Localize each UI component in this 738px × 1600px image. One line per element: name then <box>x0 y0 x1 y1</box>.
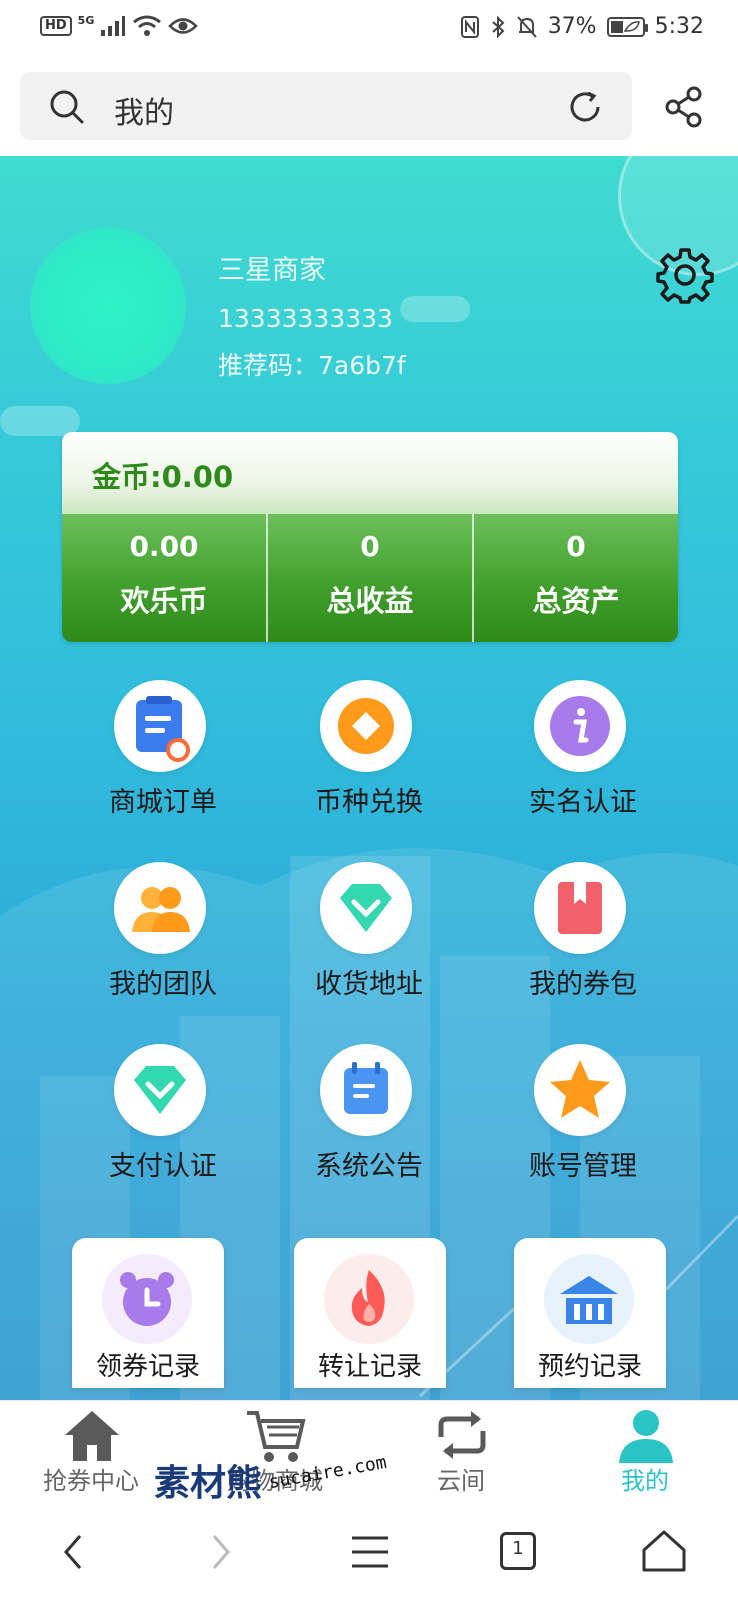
menu-system-notice[interactable]: 系统公告 <box>264 1044 474 1204</box>
stat-label: 总资产 <box>532 584 620 618</box>
stat-label: 欢乐币 <box>120 584 208 618</box>
coin-summary-card: 金币:0.00 0.00 欢乐币 0 总收益 0 总资产 <box>62 432 678 642</box>
home-shape-icon[interactable] <box>634 1524 694 1580</box>
address-bar[interactable]: 我的 <box>20 72 632 140</box>
star-icon <box>534 1044 626 1136</box>
user-name: 三星商家 <box>218 255 326 286</box>
menu-label: 收货地址 <box>315 969 423 1000</box>
menu-label: 我的券包 <box>529 969 637 1000</box>
forward-icon[interactable] <box>190 1524 250 1580</box>
hd-badge: HD <box>40 16 72 36</box>
info-icon <box>534 680 626 772</box>
user-phone: 13333333333 <box>218 304 393 333</box>
menu-label: 我的团队 <box>109 969 217 1000</box>
nfc-icon <box>460 15 479 38</box>
menu-payment-verify[interactable]: 支付认证 <box>58 1044 268 1204</box>
battery-icon <box>606 16 648 37</box>
share-icon[interactable] <box>664 86 704 128</box>
gold-coin-balance: 金币:0.00 <box>92 460 234 494</box>
referral-code: 推荐码：7a6b7f <box>218 351 406 380</box>
user-icon <box>619 1410 673 1463</box>
menu-my-coupons[interactable]: 我的券包 <box>478 862 688 1022</box>
network-label: 5G <box>77 14 95 27</box>
tabs-button[interactable]: 1 <box>488 1524 548 1580</box>
diamond-icon <box>114 1044 206 1136</box>
bank-icon <box>544 1254 634 1344</box>
nav-label: 抢券中心 <box>43 1467 139 1495</box>
back-icon[interactable] <box>44 1524 104 1580</box>
gear-icon[interactable] <box>656 246 714 304</box>
decorative-cloud <box>400 296 470 322</box>
stat-total-assets[interactable]: 0 总资产 <box>474 514 678 642</box>
record-transfers[interactable]: 转让记录 <box>294 1238 446 1388</box>
menu-icon[interactable] <box>340 1524 400 1580</box>
refresh-icon[interactable] <box>566 88 604 126</box>
stat-value: 0 <box>566 530 586 563</box>
record-reservations[interactable]: 预约记录 <box>514 1238 666 1388</box>
menu-label: 币种兑换 <box>315 787 423 818</box>
menu-shipping-address[interactable]: 收货地址 <box>264 862 474 1022</box>
record-label: 领券记录 <box>95 1352 200 1382</box>
clock: 5:32 <box>654 14 704 39</box>
eye-icon <box>168 18 199 34</box>
menu-label: 实名认证 <box>529 787 637 818</box>
team-icon <box>114 862 206 954</box>
page-title: 我的 <box>114 96 174 131</box>
search-icon[interactable] <box>48 88 86 126</box>
alarm-clock-icon <box>102 1254 192 1344</box>
stat-value: 0.00 <box>129 530 199 563</box>
status-bar: HD 5G 37% 5:32 <box>0 0 738 58</box>
nav-label: 我的 <box>621 1467 669 1495</box>
bookmark-icon <box>534 862 626 954</box>
stat-label: 总收益 <box>326 584 414 618</box>
stat-happy-coin[interactable]: 0.00 欢乐币 <box>62 514 268 642</box>
signal-icon <box>101 16 126 36</box>
stat-value: 0 <box>360 530 380 563</box>
home-icon <box>65 1411 119 1461</box>
menu-label: 商城订单 <box>109 787 217 818</box>
coin-exchange-icon <box>320 680 412 772</box>
menu-my-team[interactable]: 我的团队 <box>58 862 268 1022</box>
order-icon <box>114 680 206 772</box>
tab-count: 1 <box>512 1538 524 1559</box>
menu-label: 支付认证 <box>109 1151 217 1182</box>
menu-label: 系统公告 <box>315 1151 423 1182</box>
menu-coin-exchange[interactable]: 币种兑换 <box>264 680 474 840</box>
profile-page: 三星商家 13333333333 推荐码：7a6b7f 金币:0.00 0.00… <box>0 156 738 1402</box>
coin-stats: 0.00 欢乐币 0 总收益 0 总资产 <box>62 514 678 642</box>
fire-icon <box>324 1254 414 1344</box>
loop-icon <box>438 1411 486 1459</box>
record-coupon-claims[interactable]: 领券记录 <box>72 1238 224 1388</box>
system-navigation-bar: 1 <box>0 1502 738 1600</box>
watermark-text: 素材熊 <box>154 1463 263 1504</box>
avatar[interactable] <box>30 228 186 384</box>
menu-account-manage[interactable]: 账号管理 <box>478 1044 688 1204</box>
gold-coin-header: 金币:0.00 <box>62 432 678 514</box>
battery-percent: 37% <box>547 14 597 39</box>
notice-icon <box>320 1044 412 1136</box>
nav-coupon-center[interactable]: 抢券中心 <box>16 1401 166 1503</box>
bluetooth-icon <box>492 15 505 38</box>
mute-bell-icon <box>516 15 537 38</box>
diamond-icon <box>320 862 412 954</box>
menu-mall-orders[interactable]: 商城订单 <box>58 680 268 840</box>
browser-toolbar: 我的 <box>0 58 738 156</box>
menu-label: 账号管理 <box>529 1151 637 1182</box>
nav-me[interactable]: 我的 <box>570 1401 720 1503</box>
stat-total-earnings[interactable]: 0 总收益 <box>268 514 474 642</box>
wifi-icon <box>133 15 162 36</box>
record-label: 转让记录 <box>317 1352 422 1382</box>
watermark-domain: sucaire.com <box>267 1451 389 1494</box>
record-label: 预约记录 <box>537 1352 642 1382</box>
menu-real-name-verify[interactable]: 实名认证 <box>478 680 688 840</box>
